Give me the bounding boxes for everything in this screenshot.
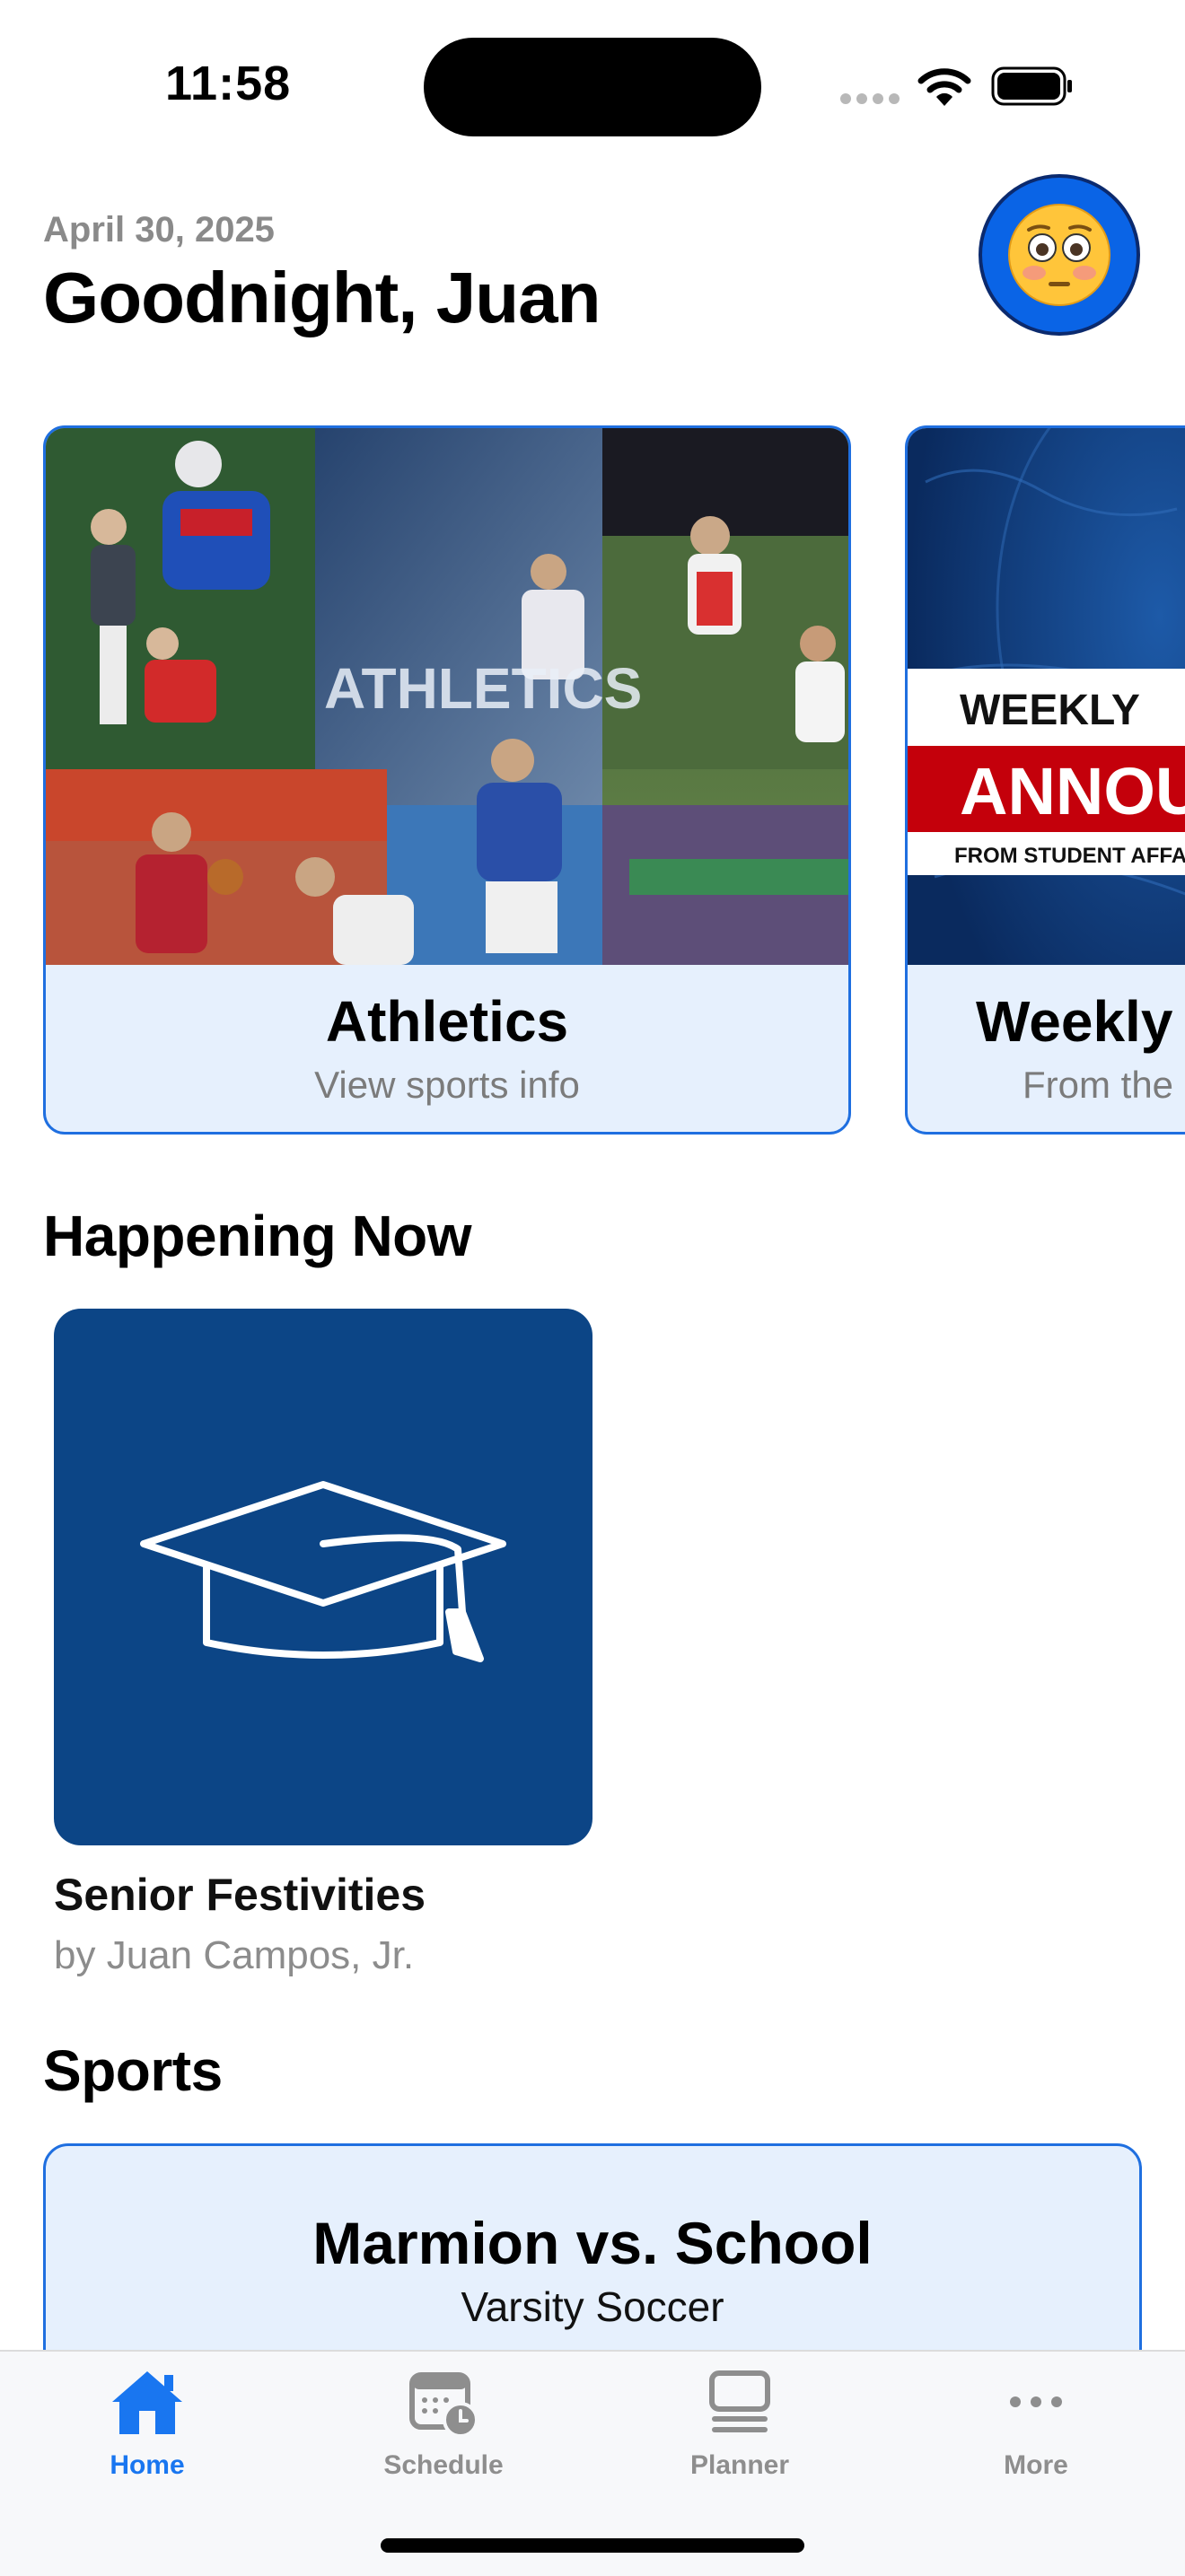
event-tile-senior-festivities[interactable] bbox=[54, 1309, 592, 1845]
featured-card-title: Athletics bbox=[325, 989, 569, 1054]
greeting-title: Goodnight, Juan bbox=[43, 258, 601, 337]
featured-card-weekly[interactable]: WEEKLY ANNOU FROM STUDENT AFFAI Weekly F… bbox=[905, 425, 1185, 1135]
home-indicator[interactable] bbox=[381, 2538, 804, 2553]
featured-card-title: Weekly bbox=[976, 989, 1173, 1054]
ellipsis-icon bbox=[1010, 2396, 1062, 2407]
featured-card-subtitle: From the bbox=[1023, 1064, 1174, 1106]
tab-home[interactable]: Home bbox=[57, 2366, 237, 2492]
event-author: by Juan Campos, Jr. bbox=[54, 1933, 415, 1977]
cellular-signal-icon bbox=[840, 93, 901, 106]
tab-label: More bbox=[1004, 2450, 1068, 2480]
planner-icon bbox=[709, 2370, 770, 2432]
tab-planner[interactable]: Planner bbox=[650, 2366, 830, 2492]
featured-card-athletics[interactable]: ATHLETICS Athletics View sports info bbox=[43, 425, 851, 1135]
graduation-cap-icon bbox=[140, 1481, 506, 1662]
student-affairs-banner-label: FROM STUDENT AFFAI bbox=[954, 844, 1185, 868]
status-time: 11:58 bbox=[165, 57, 292, 110]
tab-label: Planner bbox=[689, 2450, 790, 2480]
athletics-collage-image: ATHLETICS bbox=[46, 428, 848, 965]
calendar-clock-icon bbox=[409, 2372, 478, 2438]
house-icon bbox=[112, 2371, 182, 2434]
tab-schedule[interactable]: Schedule bbox=[354, 2366, 533, 2492]
battery-icon bbox=[991, 66, 1072, 106]
tab-label: Home bbox=[110, 2450, 185, 2480]
sports-heading: Sports bbox=[43, 2038, 223, 2103]
tab-label: Schedule bbox=[383, 2450, 504, 2480]
weekly-banner-label: WEEKLY bbox=[960, 687, 1140, 734]
profile-avatar-button[interactable] bbox=[979, 174, 1140, 336]
announce-banner-label: ANNOU bbox=[960, 754, 1185, 828]
wifi-icon bbox=[917, 68, 971, 106]
game-title: Marmion vs. School bbox=[312, 2210, 873, 2276]
current-date: April 30, 2025 bbox=[43, 210, 275, 250]
tab-more[interactable]: More bbox=[946, 2366, 1126, 2492]
dynamic-island bbox=[424, 38, 761, 136]
weekly-announcements-image: WEEKLY ANNOU FROM STUDENT AFFAI bbox=[908, 428, 1185, 965]
athletics-banner-text: ATHLETICS bbox=[324, 656, 642, 721]
game-subtitle: Varsity Soccer bbox=[461, 2283, 724, 2330]
featured-card-subtitle: View sports info bbox=[314, 1064, 580, 1106]
happening-now-heading: Happening Now bbox=[43, 1204, 472, 1268]
event-title: Senior Festivities bbox=[54, 1870, 426, 1920]
flushed-face-icon bbox=[1008, 204, 1110, 306]
